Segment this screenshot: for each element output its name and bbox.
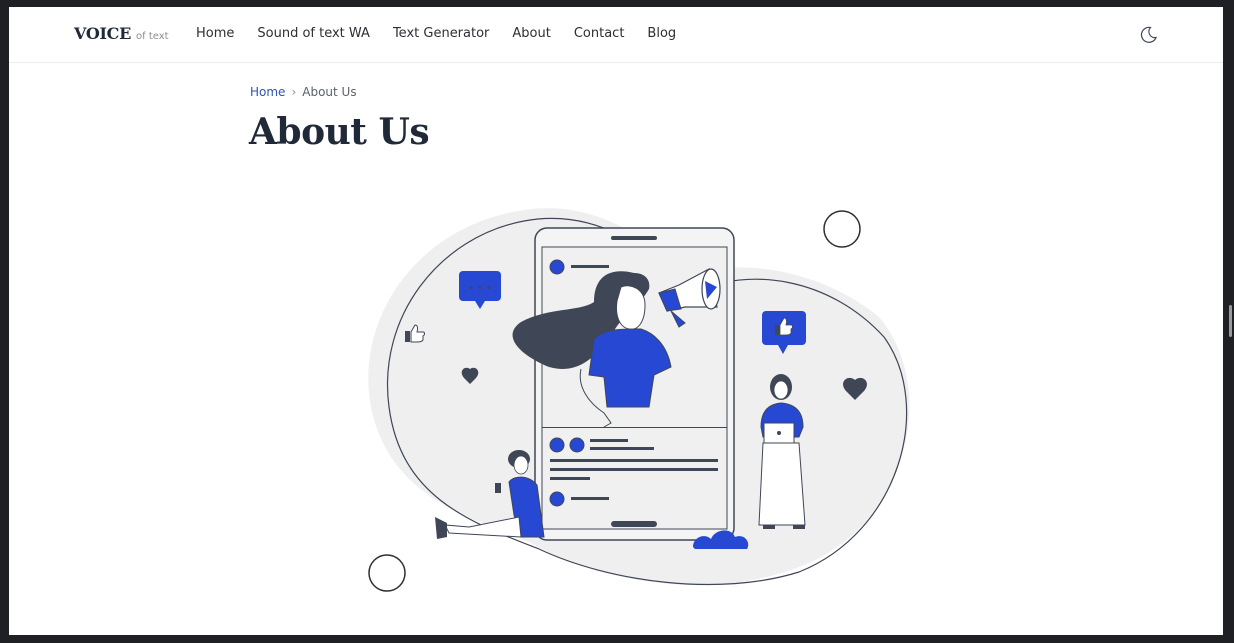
browser-viewport: VOICE of text Home Sound of text WA Text…	[9, 7, 1223, 635]
breadcrumb-home-link[interactable]: Home	[250, 85, 285, 99]
woman-face	[616, 285, 646, 330]
post-avatar-bottom-2	[569, 437, 585, 453]
phone-home-bar	[611, 521, 657, 527]
decor-circle-top	[823, 210, 861, 248]
theme-toggle-button[interactable]	[1137, 24, 1159, 46]
nav-contact[interactable]: Contact	[574, 26, 625, 41]
divider-top	[542, 427, 727, 428]
bubble-dots: • • •	[468, 283, 492, 294]
breadcrumb: Home › About Us	[250, 85, 357, 99]
decor-circle-bottom	[368, 554, 406, 592]
hero-illustration: • • •	[349, 197, 929, 597]
page-title: About Us	[249, 111, 430, 153]
post-line-6	[571, 497, 609, 500]
nav-about[interactable]: About	[512, 26, 550, 41]
post-line-1	[590, 439, 628, 442]
post-line-4	[550, 468, 718, 471]
boy-phone	[495, 483, 501, 493]
scrollbar-thumb[interactable]	[1229, 305, 1232, 337]
post-line-3	[550, 459, 718, 462]
nav-text-generator[interactable]: Text Generator	[393, 26, 489, 41]
post-line-top	[571, 265, 609, 268]
phone-speaker	[611, 236, 657, 240]
logo-tagline: of text	[136, 31, 169, 42]
nav-blog[interactable]: Blog	[647, 26, 676, 41]
post-line-2	[590, 447, 654, 450]
post-avatar-bottom-3	[549, 491, 565, 507]
nav-home[interactable]: Home	[196, 26, 234, 41]
top-navbar: VOICE of text Home Sound of text WA Text…	[9, 7, 1223, 63]
post-avatar-top	[549, 259, 565, 275]
breadcrumb-separator: ›	[291, 85, 297, 99]
post-avatar-bottom-1	[549, 437, 565, 453]
moon-icon	[1140, 26, 1157, 43]
breadcrumb-current: About Us	[302, 85, 357, 99]
post-line-5	[550, 477, 590, 480]
site-logo[interactable]: VOICE of text	[74, 24, 169, 43]
nav-sound-of-text-wa[interactable]: Sound of text WA	[257, 26, 370, 41]
main-menu: Home Sound of text WA Text Generator Abo…	[196, 26, 699, 41]
logo-name: VOICE	[74, 24, 131, 43]
